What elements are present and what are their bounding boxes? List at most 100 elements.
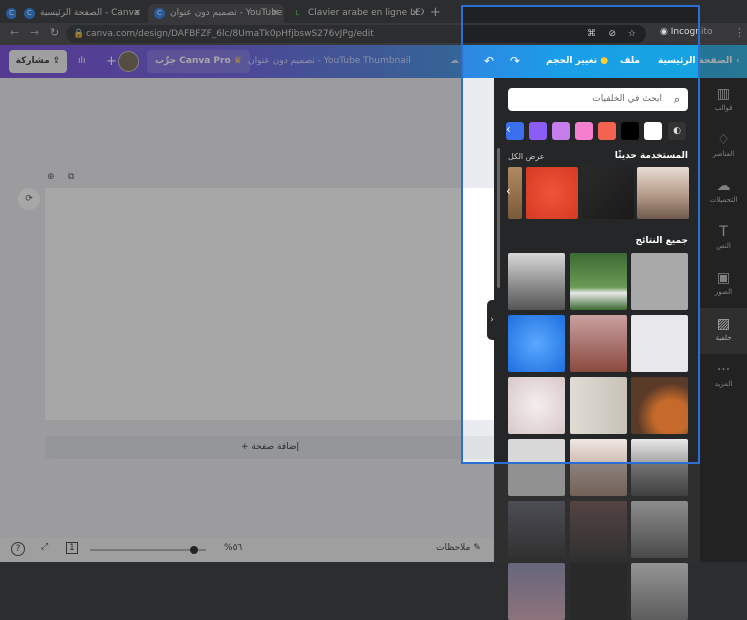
background-thumbnail[interactable] xyxy=(631,501,688,558)
tracking-icon[interactable]: ⊘ xyxy=(608,25,616,43)
incognito-label: Incognito xyxy=(670,27,713,37)
nav-label: الصور xyxy=(714,288,733,296)
add-collaborator-button[interactable]: + xyxy=(106,45,117,78)
nav-item-5[interactable]: ▨ خلفية xyxy=(700,308,747,354)
panel-scrollbar[interactable] xyxy=(497,148,500,288)
page-count-button[interactable]: 1 xyxy=(66,542,78,554)
tab-design[interactable]: C تصميم دون عنوان - YouTube Thumbnail× xyxy=(148,4,284,23)
nav-icon: ▥ xyxy=(716,86,731,102)
background-thumbnail[interactable] xyxy=(631,315,688,372)
background-thumbnail[interactable] xyxy=(569,377,627,434)
color-swatch[interactable] xyxy=(575,122,593,140)
background-thumbnail[interactable] xyxy=(508,501,565,558)
canva-header: مشاركة ⇪ ılı + جرِّب Canva Pro ♛ تصميم د… xyxy=(0,45,747,78)
duplicate-icon[interactable]: ⧉ xyxy=(68,172,74,182)
tab-home[interactable]: C الصفحة الرئيسية - Canva × xyxy=(18,4,146,23)
collapse-panel-handle[interactable]: › xyxy=(487,300,497,340)
recent-background[interactable] xyxy=(637,167,689,219)
cloud-save-icon: ☁ xyxy=(450,56,459,66)
zoom-slider[interactable] xyxy=(90,546,206,554)
nav-item-2[interactable]: ☁ التحميلات xyxy=(700,170,747,216)
add-page-button[interactable]: + إضافة صفحة xyxy=(45,436,495,459)
nav-item-4[interactable]: ▣ الصور xyxy=(700,262,747,308)
help-icon[interactable]: ? xyxy=(11,542,25,556)
menu-icon[interactable]: ⋮ xyxy=(734,26,745,39)
background-thumbnail[interactable] xyxy=(508,315,565,372)
recent-background[interactable] xyxy=(526,167,578,219)
background-thumbnail[interactable] xyxy=(508,377,565,434)
notes-button[interactable]: ملاحظات ✎ xyxy=(436,543,481,553)
background-thumbnail[interactable] xyxy=(631,377,688,434)
zoom-level[interactable]: %٥٦ xyxy=(224,543,242,553)
color-swatch[interactable] xyxy=(598,122,616,140)
back-chevron-icon[interactable]: ‹ xyxy=(736,45,740,78)
url-input[interactable]: 🔒 canva.com/design/DAFBFZF_6lc/8UmaTk0pHf… xyxy=(66,25,646,43)
add-note-icon[interactable]: ⊕ xyxy=(47,172,55,182)
nav-item-3[interactable]: T النص xyxy=(700,216,747,262)
backgrounds-search-input[interactable]: ابحث في الخلفيات ⌕ xyxy=(508,88,688,111)
nav-item-0[interactable]: ▥ قوالب xyxy=(700,78,747,124)
background-thumbnail[interactable] xyxy=(508,253,565,310)
background-thumbnail[interactable] xyxy=(569,439,627,496)
translate-icon[interactable]: ⌘ xyxy=(587,25,596,43)
design-page[interactable] xyxy=(45,188,495,420)
new-tab-button[interactable]: + xyxy=(430,5,441,20)
tab-lexilogos[interactable]: L Clavier arabe en ligne LEXILOGOS× xyxy=(286,4,424,23)
nav-label: التحميلات xyxy=(709,196,738,204)
background-thumbnail[interactable] xyxy=(569,315,627,372)
undo-icon[interactable]: ↶ xyxy=(484,45,494,78)
nav-item-1[interactable]: ♢ العناصر xyxy=(700,124,747,170)
home-link[interactable]: الصفحة الرئيسية xyxy=(658,45,734,78)
background-thumbnail[interactable] xyxy=(631,253,688,310)
colors-scroll-left-icon[interactable]: ‹ xyxy=(506,122,511,136)
background-thumbnail[interactable] xyxy=(631,439,688,496)
nav-icon: ▣ xyxy=(716,270,731,286)
try-pro-button[interactable]: جرِّب Canva Pro ♛ xyxy=(147,50,250,73)
reload-icon[interactable]: ↻ xyxy=(50,26,59,39)
search-placeholder: ابحث في الخلفيات xyxy=(592,94,662,104)
notes-icon: ✎ xyxy=(473,543,481,553)
refresh-button[interactable]: ⟳ xyxy=(18,188,40,210)
see-all-link[interactable]: عرض الكل xyxy=(508,152,545,161)
color-swatch[interactable] xyxy=(621,122,639,140)
fullscreen-icon[interactable]: ⤢ xyxy=(41,542,48,552)
close-icon[interactable]: × xyxy=(271,4,279,23)
tab-title: تصميم دون عنوان - YouTube Thumbnail xyxy=(170,8,284,18)
canva-icon: C xyxy=(24,8,35,19)
avatar[interactable] xyxy=(118,51,139,72)
file-menu[interactable]: ملف xyxy=(620,45,640,78)
background-thumbnail[interactable] xyxy=(569,253,627,310)
background-thumbnail[interactable] xyxy=(569,563,627,620)
color-swatch[interactable] xyxy=(644,122,662,140)
editor-canvas-area: ⊕ ⧉ ⟳ + إضافة صفحة xyxy=(0,78,495,538)
nav-icon: ··· xyxy=(716,362,731,378)
tab-title: Clavier arabe en ligne LEXILOGOS xyxy=(308,8,424,18)
nav-label: خلفية xyxy=(715,334,732,342)
recent-background[interactable] xyxy=(582,167,634,219)
address-bar: ← → ↻ 🔒 canva.com/design/DAFBFZF_6lc/8Uma… xyxy=(0,23,747,45)
crown-icon: ♛ xyxy=(233,56,242,66)
share-button[interactable]: مشاركة ⇪ xyxy=(9,50,67,73)
resize-button[interactable]: تغيير الحجم ● xyxy=(546,45,608,78)
zoom-slider-handle[interactable] xyxy=(190,546,198,554)
color-swatch[interactable] xyxy=(552,122,570,140)
insights-icon[interactable]: ılı xyxy=(78,45,86,78)
side-navigation: ▥ قوالب ♢ العناصر ☁ التحميلات T النص ▣ الصور ▨ خلفي… xyxy=(700,78,747,562)
incognito-badge[interactable]: ◉ Incognito xyxy=(660,27,712,37)
forward-icon[interactable]: → xyxy=(30,26,39,39)
tab-search[interactable]: C xyxy=(0,4,16,23)
background-thumbnail[interactable] xyxy=(569,501,627,558)
star-icon[interactable]: ☆ xyxy=(628,25,636,43)
background-thumbnail[interactable] xyxy=(508,563,565,620)
color-swatch[interactable] xyxy=(529,122,547,140)
background-thumbnail[interactable] xyxy=(508,439,565,496)
back-icon[interactable]: ← xyxy=(10,26,19,39)
recent-scroll-left-icon[interactable]: ‹ xyxy=(506,184,511,198)
nav-item-6[interactable]: ··· المزيد xyxy=(700,354,747,400)
background-thumbnail[interactable] xyxy=(631,563,688,620)
palette-icon[interactable]: ◐ xyxy=(668,122,686,140)
redo-icon[interactable]: ↷ xyxy=(510,45,520,78)
document-title[interactable]: تصميم دون عنوان - YouTube Thumbnail xyxy=(248,45,411,78)
close-icon[interactable]: × xyxy=(133,4,141,23)
close-icon[interactable]: × xyxy=(411,4,419,23)
